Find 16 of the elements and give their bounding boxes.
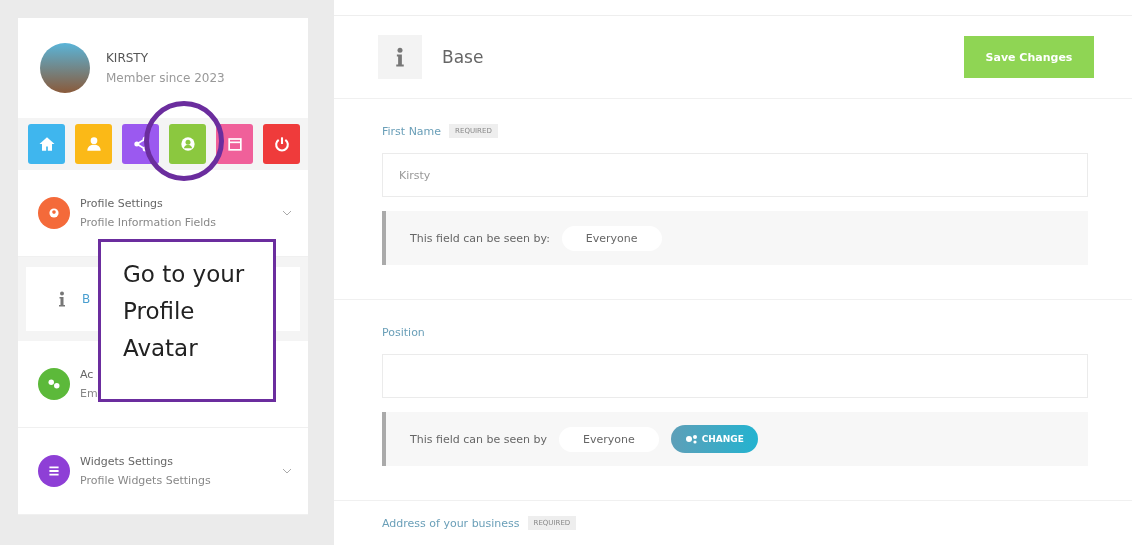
menu-title: Widgets Settings bbox=[80, 455, 175, 468]
menu-title: Profile Settings bbox=[80, 197, 164, 210]
callout-tooltip: Go to your Profile Avatar bbox=[98, 239, 276, 402]
field-label: Address of your business bbox=[382, 516, 520, 530]
menu-subtitle: Profile Information Fields bbox=[80, 216, 217, 229]
section-title: Base bbox=[442, 47, 485, 67]
menu-subtitle: Em bbox=[80, 387, 99, 400]
visibility-label: This field can be seen by: bbox=[410, 231, 550, 245]
menu-title: Ac bbox=[80, 368, 95, 381]
menu-subtitle: Profile Widgets Settings bbox=[80, 474, 212, 487]
submenu-label: B bbox=[82, 292, 91, 306]
member-since: Member since 2023 bbox=[106, 71, 225, 85]
field-label: First Name bbox=[382, 124, 442, 138]
user-name: KIRSTY bbox=[106, 51, 150, 65]
field-label: Position bbox=[382, 325, 425, 339]
visibility-label: This field can be seen by bbox=[410, 432, 547, 446]
